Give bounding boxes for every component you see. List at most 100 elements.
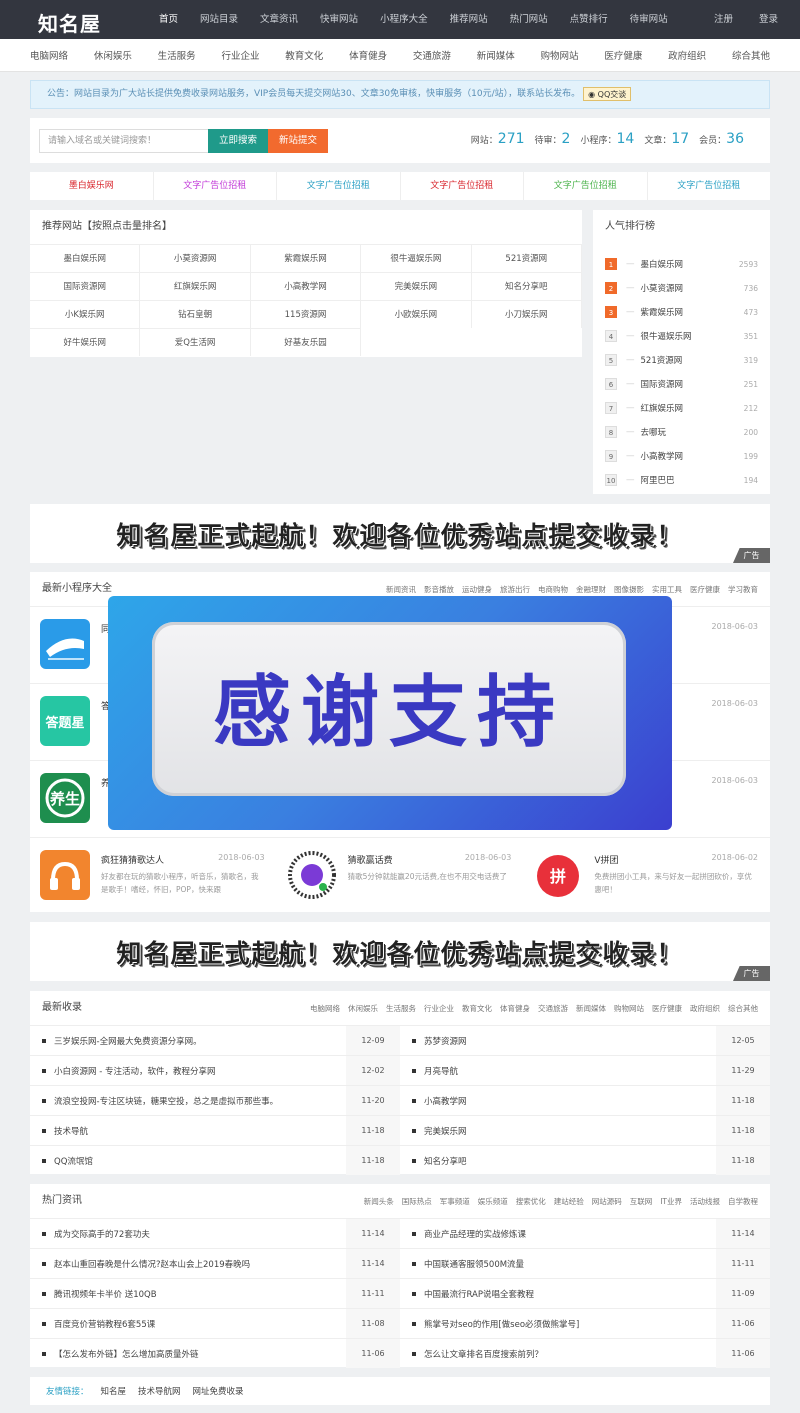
mini-program-card[interactable]: 拼 V拼团 2018-06-02 免费拼团小工具，来与好友一起拼团砍价，享优惠吧！ <box>523 837 770 914</box>
list-item[interactable]: 知名分享吧 11-18 <box>400 1146 770 1175</box>
mini-program-name[interactable]: V拼团 <box>594 853 618 866</box>
ranking-row[interactable]: 8 — 去哪玩 200 <box>605 420 758 444</box>
category-tab[interactable]: 建站经验 <box>554 1196 584 1207</box>
recommended-site-link[interactable]: 小刀娱乐网 <box>471 300 582 328</box>
category-tab[interactable]: 生活服务 <box>386 1003 416 1014</box>
list-item[interactable]: 百度竞价营销教程6套55课 11-08 <box>30 1309 400 1338</box>
login-link[interactable]: 登录 <box>759 0 778 39</box>
ranking-row[interactable]: 9 — 小高教学网 199 <box>605 444 758 468</box>
category-link[interactable]: 生活服务 <box>158 48 196 62</box>
list-item[interactable]: 成为交际高手的72套功夫 11-14 <box>30 1219 400 1248</box>
list-item[interactable]: 腾讯视频年卡半价 送10QB 11-11 <box>30 1279 400 1308</box>
recommended-site-link[interactable]: 完美娱乐网 <box>361 272 472 300</box>
recommended-site-link[interactable]: 521资源网 <box>471 244 582 272</box>
list-item-title[interactable]: 流浪空投网-专注区块链，糖果空投，总之是虚拟币那些事。 <box>54 1095 346 1107</box>
pin-icon[interactable]: 拼 <box>533 850 584 900</box>
nav-likes-ranking[interactable]: 点赞排行 <box>559 0 619 39</box>
category-tab[interactable]: 行业企业 <box>424 1003 454 1014</box>
answer-icon[interactable]: 答题星 <box>40 696 90 746</box>
list-item-title[interactable]: QQ流氓馆 <box>54 1155 346 1167</box>
category-tab[interactable]: 学习教育 <box>728 584 758 595</box>
nav-directory[interactable]: 网站目录 <box>189 0 249 39</box>
category-tab[interactable]: 医疗健康 <box>652 1003 682 1014</box>
friend-link[interactable]: 知名屋 <box>101 1385 127 1397</box>
list-item-title[interactable]: 月亮导航 <box>424 1065 716 1077</box>
category-tab[interactable]: 体育健身 <box>500 1003 530 1014</box>
health-icon[interactable]: 养生 <box>40 773 90 823</box>
mini-program-name[interactable]: 猜歌赢话费 <box>348 853 393 866</box>
list-item-title[interactable]: 熊掌号对seo的作用[做seo必须做熊掌号] <box>424 1318 716 1330</box>
recommended-site-link[interactable]: 爱Q生活网 <box>140 328 251 356</box>
list-item[interactable]: 小白资源网 - 专注活动，软件，教程分享网 12-02 <box>30 1056 400 1085</box>
list-item-title[interactable]: 成为交际高手的72套功夫 <box>54 1228 346 1240</box>
nav-fast-review[interactable]: 快审网站 <box>309 0 369 39</box>
list-item[interactable]: 流浪空投网-专注区块链，糖果空投，总之是虚拟币那些事。 11-20 <box>30 1086 400 1115</box>
ranking-row[interactable]: 7 — 红旗娱乐网 212 <box>605 396 758 420</box>
category-tab[interactable]: 政府组织 <box>690 1003 720 1014</box>
list-item[interactable]: 熊掌号对seo的作用[做seo必须做熊掌号] 11-06 <box>400 1309 770 1338</box>
category-link[interactable]: 综合其他 <box>732 48 770 62</box>
list-item[interactable]: 技术导航 11-18 <box>30 1116 400 1145</box>
nav-articles[interactable]: 文章资讯 <box>249 0 309 39</box>
category-link[interactable]: 教育文化 <box>285 48 323 62</box>
list-item-title[interactable]: 三岁娱乐网-全网最大免费资源分享网。 <box>54 1035 346 1047</box>
recommended-site-link[interactable]: 红旗娱乐网 <box>140 272 251 300</box>
list-item[interactable]: 苏梦资源网 12-05 <box>400 1026 770 1055</box>
recommended-site-link[interactable]: 小K娱乐网 <box>30 300 141 328</box>
text-ad-link[interactable]: 文字广告位招租 <box>277 172 401 200</box>
category-tab[interactable]: 国际热点 <box>402 1196 432 1207</box>
category-tab[interactable]: 电脑网络 <box>310 1003 340 1014</box>
recommended-site-link[interactable]: 墨白娱乐网 <box>30 244 141 272</box>
recommended-site-link[interactable]: 很牛逼娱乐网 <box>361 244 472 272</box>
category-link[interactable]: 购物网站 <box>541 48 579 62</box>
recommended-site-link[interactable]: 小欧娱乐网 <box>361 300 472 328</box>
category-tab[interactable]: 综合其他 <box>728 1003 758 1014</box>
list-item-title[interactable]: 怎么让文章排名百度搜索前列？ <box>424 1348 716 1360</box>
category-tab[interactable]: 军事频道 <box>440 1196 470 1207</box>
category-link[interactable]: 医疗健康 <box>604 48 642 62</box>
register-link[interactable]: 注册 <box>714 0 733 39</box>
category-tab[interactable]: 购物网站 <box>614 1003 644 1014</box>
recommended-site-link[interactable]: 小莫资源网 <box>140 244 251 272</box>
site-logo[interactable]: 知名屋 <box>38 8 101 37</box>
list-item[interactable]: QQ流氓馆 11-18 <box>30 1146 400 1175</box>
category-tab[interactable]: 交通旅游 <box>538 1003 568 1014</box>
list-item[interactable]: 赵本山重回春晚是什么情况?赵本山会上2019春晚吗 11-14 <box>30 1249 400 1278</box>
text-ad-link[interactable]: 文字广告位招租 <box>154 172 277 200</box>
list-item[interactable]: 完美娱乐网 11-18 <box>400 1116 770 1145</box>
list-item-title[interactable]: 小白资源网 - 专注活动，软件，教程分享网 <box>54 1065 346 1077</box>
list-item-title[interactable]: 小高教学网 <box>424 1095 716 1107</box>
ranking-row[interactable]: 5 — 521资源网 319 <box>605 348 758 372</box>
category-link[interactable]: 休闲娱乐 <box>94 48 132 62</box>
list-item[interactable]: 月亮导航 11-29 <box>400 1056 770 1085</box>
list-item-title[interactable]: 赵本山重回春晚是什么情况?赵本山会上2019春晚吗 <box>54 1258 346 1270</box>
submit-site-button[interactable]: 新站提交 <box>268 129 328 153</box>
list-item[interactable]: 小高教学网 11-18 <box>400 1086 770 1115</box>
mini-program-name[interactable]: 疯狂猜猜歌达人 <box>101 853 164 866</box>
ad-banner[interactable]: 知名屋正式起航！欢迎各位优秀站点提交收录！ 广告 <box>30 504 770 563</box>
category-tab[interactable]: 活动线报 <box>690 1196 720 1207</box>
recommended-site-link[interactable]: 钻石皇朝 <box>140 300 251 328</box>
recommended-site-link[interactable]: 小高教学网 <box>250 272 362 300</box>
category-tab[interactable]: 实用工具 <box>652 584 682 595</box>
text-ad-link[interactable]: 文字广告位招租 <box>401 172 524 200</box>
list-item[interactable]: 怎么让文章排名百度搜索前列？ 11-06 <box>400 1339 770 1368</box>
recommended-site-link[interactable]: 紫霞娱乐网 <box>250 244 362 272</box>
list-item[interactable]: 中国联通客服领500M流量 11-11 <box>400 1249 770 1278</box>
category-tab[interactable]: 搜索优化 <box>516 1196 546 1207</box>
category-tab[interactable]: 网站源码 <box>592 1196 622 1207</box>
category-tab[interactable]: 新闻头条 <box>364 1196 394 1207</box>
qr-icon[interactable] <box>286 850 337 900</box>
list-item-title[interactable]: 知名分享吧 <box>424 1155 716 1167</box>
category-link[interactable]: 交通旅游 <box>413 48 451 62</box>
search-button[interactable]: 立即搜索 <box>208 129 268 153</box>
mini-program-card[interactable]: 猜歌赢话费 2018-06-03 猜歌5分钟就能赢20元话费,在也不用交电话费了 <box>276 837 524 914</box>
category-tab[interactable]: 休闲娱乐 <box>348 1003 378 1014</box>
category-tab[interactable]: 运动健身 <box>462 584 492 595</box>
text-ad-link[interactable]: 文字广告位招租 <box>648 172 771 200</box>
mini-program-card[interactable]: 疯狂猜猜歌达人 2018-06-03 好友都在玩的猜歌小程序，听音乐，猜歌名，我是歌… <box>30 837 277 914</box>
list-item-title[interactable]: 商业产品经理的实战修炼课 <box>424 1228 716 1240</box>
recommended-site-link[interactable]: 知名分享吧 <box>471 272 582 300</box>
category-link[interactable]: 新闻媒体 <box>477 48 515 62</box>
nav-pending[interactable]: 待审网站 <box>619 0 679 39</box>
